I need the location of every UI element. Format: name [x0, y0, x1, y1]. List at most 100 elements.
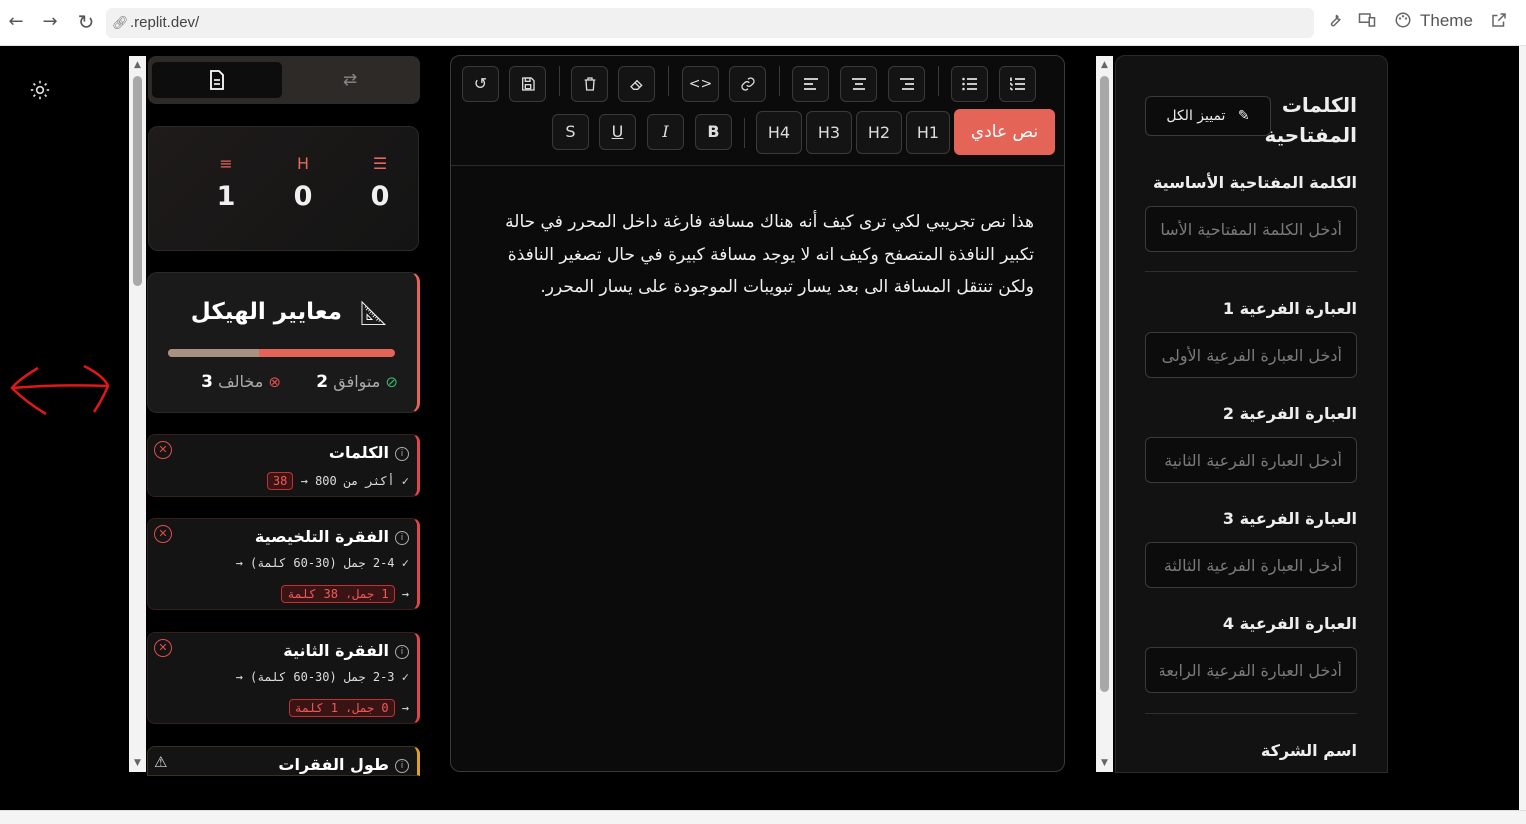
highlight-all-button[interactable]: ✎ تمييز الكل: [1145, 96, 1271, 136]
rule-line: ✓ أكثر من 800 → 38: [266, 472, 409, 490]
rule-card-summary-paragraph[interactable]: ✕ i الفقرة التلخيصية ✓ 2-4 جمل (30-60 كلم…: [147, 518, 420, 610]
scroll-up-arrow-icon[interactable]: ▲: [129, 58, 146, 72]
sub-phrase-3-input[interactable]: [1145, 542, 1357, 588]
undo-icon[interactable]: ↺: [462, 66, 499, 102]
primary-keyword-input[interactable]: [1145, 206, 1357, 252]
status-badge: 38: [266, 472, 294, 490]
status-badge: 1 جمل، 38 كلمة: [281, 585, 395, 603]
underline-button[interactable]: U: [599, 114, 636, 150]
code-icon[interactable]: <>: [682, 66, 719, 102]
heading-3-button[interactable]: H3: [806, 111, 852, 154]
info-icon: i: [395, 447, 409, 461]
editor-content[interactable]: هذا نص تجريبي لكي ترى كيف أنه هناك مسافة…: [474, 206, 1034, 304]
rule-card-paragraph-length[interactable]: ⚠ i طول الفقرات: [147, 746, 420, 776]
left-scrollbar[interactable]: ▲ ▼: [129, 56, 146, 772]
heading-4-button[interactable]: H4: [756, 111, 802, 154]
company-name-label: اسم الشركة: [1260, 741, 1357, 760]
back-arrow-icon[interactable]: ←: [4, 10, 28, 34]
sub-phrase-1-label: العبارة الفرعية 1: [1222, 299, 1357, 318]
rule-title-text: طول الفقرات: [278, 755, 389, 774]
divider: [1145, 713, 1357, 714]
left-panel-tabs: ⇄: [148, 56, 420, 104]
editor-panel: ↺ <> S U I B H4 H3 H2 H1 نص عادي هذا نص …: [450, 55, 1065, 772]
rule-card-words[interactable]: ✕ i الكلمات ✓ أكثر من 800 → 38: [147, 434, 420, 497]
keywords-title: الكلمات المفتاحية: [1264, 93, 1357, 147]
heading-2-button[interactable]: H2: [856, 111, 902, 154]
violating-label: مخالف: [218, 372, 264, 391]
tab-document[interactable]: [152, 62, 282, 98]
stat-paragraphs-value: 1: [216, 181, 236, 212]
align-left-icon[interactable]: [792, 66, 829, 102]
info-icon: i: [395, 531, 409, 545]
rule-line: → 0 جمل، 1 كلمة: [288, 699, 409, 717]
scroll-down-arrow-icon[interactable]: ▼: [1096, 756, 1113, 770]
sub-phrase-4-input[interactable]: [1145, 647, 1357, 693]
keywords-panel: الكلمات المفتاحية ✎ تمييز الكل الكلمة ال…: [1115, 55, 1388, 773]
stat-headings: H 0: [278, 153, 328, 212]
structure-title: معايير الهيكل: [190, 299, 342, 325]
structure-counts: متوافق 2 ⊘ مخالف 3 ⊗: [148, 372, 398, 394]
compliant-label: متوافق: [333, 372, 381, 391]
url-bar[interactable]: 🔗︎ .replit.dev/: [106, 8, 1314, 38]
rule-requirement: ✓ أكثر من 800 →: [293, 474, 409, 488]
wrench-icon[interactable]: [1324, 11, 1346, 33]
scroll-thumb[interactable]: [1100, 76, 1109, 692]
highlight-all-label: تمييز الكل: [1166, 108, 1226, 124]
rule-card-second-paragraph[interactable]: ✕ i الفقرة الثانية ✓ 2-3 جمل (30-60 كلمة)…: [147, 632, 420, 724]
toolbar-separator: [559, 66, 560, 96]
check-circle-icon: ⊘: [385, 373, 398, 391]
x-circle-icon: ⊗: [268, 373, 281, 391]
sun-icon[interactable]: [30, 80, 50, 100]
italic-button[interactable]: I: [647, 114, 684, 150]
scroll-down-arrow-icon[interactable]: ▼: [129, 756, 146, 770]
stat-paragraphs: ≡ 1: [201, 153, 251, 212]
forward-arrow-icon[interactable]: →: [38, 10, 62, 34]
info-icon: i: [395, 759, 409, 773]
numbered-list-icon[interactable]: [999, 66, 1036, 102]
scroll-thumb[interactable]: [133, 76, 142, 286]
sub-phrase-2-input[interactable]: [1145, 437, 1357, 483]
devices-icon[interactable]: [1356, 11, 1378, 33]
divider: [1145, 271, 1357, 272]
reload-icon[interactable]: ↻: [74, 10, 98, 34]
strikethrough-button[interactable]: S: [552, 114, 589, 150]
rule-title: i الفقرة التلخيصية: [255, 527, 409, 546]
sub-phrase-2-label: العبارة الفرعية 2: [1222, 404, 1357, 423]
url-text: .replit.dev/: [130, 14, 200, 31]
rule-title-text: الفقرة الثانية: [283, 641, 389, 660]
structure-criteria-card[interactable]: 📐︎ معايير الهيكل متوافق 2 ⊘ مخالف 3 ⊗: [147, 272, 420, 413]
rule-requirement: ✓ 2-3 جمل (30-60 كلمة) →: [235, 670, 409, 684]
align-right-icon[interactable]: [888, 66, 925, 102]
rule-title-text: الكلمات: [328, 443, 389, 462]
link-icon[interactable]: [729, 66, 766, 102]
stats-card: ☰ 0 H 0 ≡ 1: [148, 126, 419, 251]
window-bottom-edge: [0, 810, 1526, 824]
tab-swap[interactable]: ⇄: [284, 62, 416, 98]
bullet-list-icon[interactable]: [951, 66, 988, 102]
palette-icon[interactable]: [1392, 11, 1414, 33]
eraser-icon[interactable]: [618, 66, 655, 102]
normal-text-button[interactable]: نص عادي: [954, 109, 1055, 155]
heading-1-button[interactable]: H1: [906, 111, 950, 154]
toolbar-separator: [744, 118, 745, 148]
toolbar-separator: [668, 66, 669, 96]
external-link-icon[interactable]: [1488, 11, 1510, 33]
browser-toolbar: ← → ↻ 🔗︎ .replit.dev/ Theme: [0, 0, 1526, 46]
right-scrollbar[interactable]: ▲ ▼: [1096, 56, 1113, 772]
compliant-count: متوافق 2 ⊘: [316, 372, 398, 392]
primary-keyword-label: الكلمة المفتاحية الأساسية: [1152, 173, 1357, 192]
scroll-up-arrow-icon[interactable]: ▲: [1096, 58, 1113, 72]
x-circle-icon: ✕: [154, 525, 172, 543]
sub-phrase-1-input[interactable]: [1145, 332, 1357, 378]
highlighter-icon: ✎: [1237, 108, 1250, 124]
align-center-icon[interactable]: [840, 66, 877, 102]
theme-label[interactable]: Theme: [1420, 11, 1473, 31]
compliant-value: 2: [316, 372, 329, 392]
warning-icon: ⚠: [154, 753, 168, 771]
trash-icon[interactable]: [571, 66, 608, 102]
rule-title: i الفقرة الثانية: [283, 641, 409, 660]
toolbar-separator: [779, 66, 780, 96]
save-icon[interactable]: [509, 66, 546, 102]
rule-title-text: الفقرة التلخيصية: [254, 527, 389, 546]
bold-button[interactable]: B: [695, 114, 732, 150]
